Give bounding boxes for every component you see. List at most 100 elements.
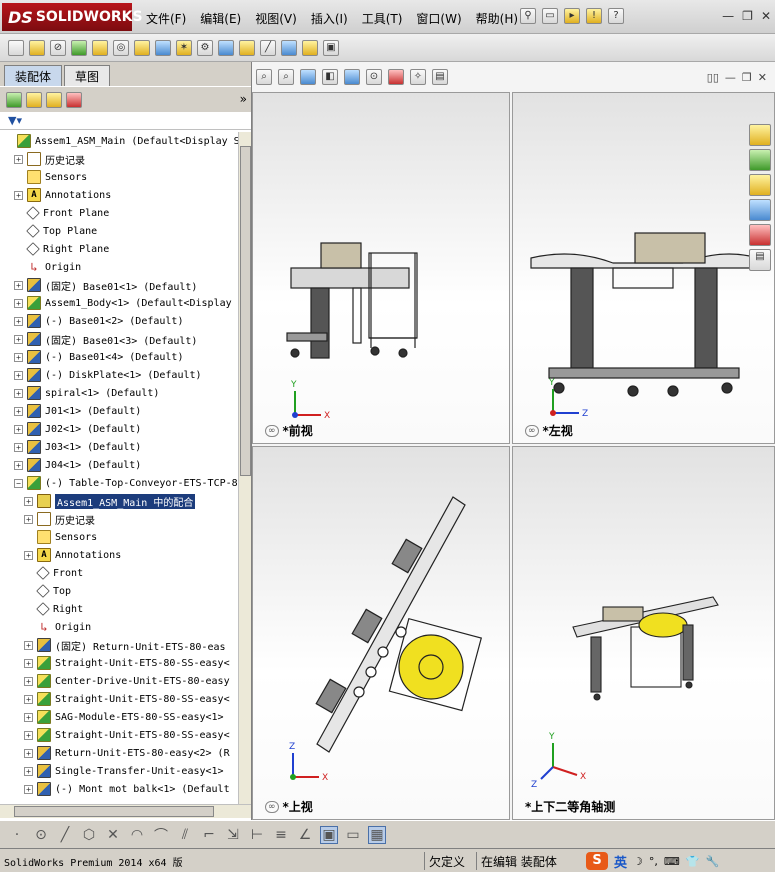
- tree-item[interactable]: + 历史记录: [0, 150, 238, 168]
- tree-expander-icon[interactable]: +: [24, 550, 33, 560]
- tree-item[interactable]: Front Plane: [0, 204, 238, 222]
- tree-expander-icon[interactable]: +: [14, 334, 23, 344]
- tree-expander-icon[interactable]: +: [14, 424, 23, 434]
- tree-expander-icon[interactable]: +: [24, 640, 33, 650]
- warning-icon[interactable]: !: [586, 8, 602, 24]
- show-hidden-icon[interactable]: [134, 39, 150, 56]
- tree-item[interactable]: + (-) Mont mot balk<1> (Default: [0, 780, 238, 798]
- bill-of-materials-icon[interactable]: [218, 39, 234, 56]
- menu-window[interactable]: 窗口(W): [416, 10, 461, 27]
- tree-item[interactable]: + SAG-Module-ETS-80-SS-easy<1>: [0, 708, 238, 726]
- tree-expander-icon[interactable]: +: [14, 154, 23, 164]
- display-style-icon[interactable]: ⊙: [366, 69, 382, 85]
- grid-icon[interactable]: ▦: [368, 825, 386, 844]
- tree-expander-icon[interactable]: +: [24, 748, 33, 758]
- tree-item[interactable]: + (-) Base01<4> (Default): [0, 348, 238, 366]
- tree-expander-icon[interactable]: +: [24, 712, 33, 722]
- link-views-icon[interactable]: ∞: [265, 800, 279, 813]
- viewport-top[interactable]: Z X ∞ *上视: [252, 446, 510, 820]
- tree-item[interactable]: + Single-Transfer-Unit-easy<1>: [0, 762, 238, 780]
- polygon-icon[interactable]: ⬡: [80, 827, 98, 843]
- tree-expander-icon[interactable]: −: [14, 478, 23, 488]
- tree-expander-icon[interactable]: +: [24, 766, 33, 776]
- tree-item[interactable]: + Assem1_ASM_Main 中的配合: [0, 492, 238, 510]
- tree-item[interactable]: ↳ Origin: [0, 258, 238, 276]
- tree-expander-icon[interactable]: +: [14, 370, 23, 380]
- viewport-restore-icon[interactable]: ❐: [742, 71, 752, 84]
- file-explorer-icon[interactable]: [749, 174, 771, 196]
- tools-icon[interactable]: 🔧: [705, 855, 719, 868]
- viewport-front[interactable]: Y X ∞ *前视: [252, 92, 510, 444]
- tree-expander-icon[interactable]: +: [14, 316, 23, 326]
- corner-icon[interactable]: ⌐: [200, 827, 218, 843]
- new-motion-study-icon[interactable]: ⚙: [197, 39, 213, 56]
- chevron-right-icon[interactable]: »: [240, 92, 247, 106]
- zoom-to-area-icon[interactable]: ⌕: [278, 69, 294, 85]
- pushpin-icon[interactable]: ⚲: [520, 8, 536, 24]
- property-manager-icon[interactable]: [26, 91, 42, 108]
- tree-item[interactable]: Top: [0, 582, 238, 600]
- view-orientation-icon[interactable]: [344, 69, 360, 85]
- feature-manager-icon[interactable]: [6, 91, 22, 108]
- shaded-view-icon[interactable]: ▣: [320, 825, 338, 844]
- tree-item[interactable]: + Straight-Unit-ETS-80-SS-easy<: [0, 654, 238, 672]
- graphics-area[interactable]: ⌕ ⌕ ◧ ⊙ ✧ ▤ ▯▯ — ❐ ✕ Y X ∞ *前视 Y Z ∞ *左视…: [252, 62, 775, 820]
- circle-icon[interactable]: ⊙: [32, 827, 50, 843]
- custom-properties-icon[interactable]: ▤: [749, 249, 771, 271]
- tree-expander-icon[interactable]: +: [24, 658, 33, 668]
- tree-expander-icon[interactable]: +: [14, 352, 23, 362]
- tree-expander-icon[interactable]: +: [14, 388, 23, 398]
- tree-expander-icon[interactable]: +: [24, 730, 33, 740]
- explode-line-icon[interactable]: ╱: [260, 39, 276, 56]
- scrollbar-thumb[interactable]: [14, 806, 214, 817]
- link-views-icon[interactable]: ∞: [525, 424, 539, 437]
- ime-language[interactable]: 英: [614, 852, 627, 871]
- tree-expander-icon[interactable]: +: [14, 460, 23, 470]
- snapshot-icon[interactable]: ▣: [323, 39, 339, 56]
- tree-item[interactable]: ↳ Origin: [0, 618, 238, 636]
- skin-icon[interactable]: 👕: [686, 855, 700, 868]
- reference-geometry-icon[interactable]: ✶: [176, 39, 192, 56]
- tree-item[interactable]: + A Annotations: [0, 186, 238, 204]
- section-view-icon[interactable]: ◧: [322, 69, 338, 85]
- viewport-left[interactable]: Y Z ∞ *左视: [512, 92, 775, 444]
- smart-fasteners-icon[interactable]: [92, 39, 108, 56]
- tree-item[interactable]: + Return-Unit-ETS-80-easy<2> (R: [0, 744, 238, 762]
- menu-help[interactable]: 帮助(H): [476, 10, 518, 27]
- solidworks-logo[interactable]: DS SOLIDWORKS: [2, 3, 143, 31]
- tree-expander-icon[interactable]: +: [14, 442, 23, 452]
- tree-item[interactable]: + A Annotations: [0, 546, 238, 564]
- tree-item[interactable]: + (固定) Base01<3> (Default): [0, 330, 238, 348]
- menu-insert[interactable]: 插入(I): [311, 10, 348, 27]
- viewport-tile-icon[interactable]: ▯▯: [707, 71, 719, 84]
- tree-item[interactable]: Assem1_ASM_Main (Default<Display S: [0, 132, 238, 150]
- tree-item[interactable]: + J03<1> (Default): [0, 438, 238, 456]
- smart-dimension-icon[interactable]: ⊢: [248, 827, 266, 843]
- tree-item[interactable]: + (-) Base01<2> (Default): [0, 312, 238, 330]
- display-manager-icon[interactable]: [66, 91, 82, 108]
- linear-pattern-icon[interactable]: [71, 39, 87, 56]
- open-folder-icon[interactable]: ▸: [564, 8, 580, 24]
- tree-item[interactable]: Sensors: [0, 528, 238, 546]
- punctuation-icon[interactable]: °,: [649, 855, 658, 868]
- tree-expander-icon[interactable]: +: [14, 298, 23, 308]
- tree-item[interactable]: + J02<1> (Default): [0, 420, 238, 438]
- tree-expander-icon[interactable]: +: [24, 514, 33, 524]
- dimension-icon[interactable]: ⇲: [224, 827, 242, 843]
- assembly-features-icon[interactable]: [155, 39, 171, 56]
- tree-item[interactable]: + Assem1_Body<1> (Default<Display: [0, 294, 238, 312]
- tree-expander-icon[interactable]: +: [24, 694, 33, 704]
- fillet-icon[interactable]: ⌒: [152, 825, 170, 845]
- viewport-minimize-icon[interactable]: —: [725, 71, 736, 84]
- tree-expander-icon[interactable]: +: [24, 676, 33, 686]
- move-component-icon[interactable]: ◎: [113, 39, 129, 56]
- tree-item[interactable]: Sensors: [0, 168, 238, 186]
- viewport-isometric[interactable]: Y Z X *上下二等角轴测: [512, 446, 775, 820]
- menu-file[interactable]: 文件(F): [146, 10, 186, 27]
- close-icon[interactable]: ✕: [761, 9, 771, 23]
- zoom-to-fit-icon[interactable]: ⌕: [256, 69, 272, 85]
- tree-item[interactable]: Front: [0, 564, 238, 582]
- sogou-ime-icon[interactable]: S: [586, 852, 608, 870]
- scene-icon[interactable]: ✧: [410, 69, 426, 85]
- scrollbar-thumb[interactable]: [240, 146, 251, 476]
